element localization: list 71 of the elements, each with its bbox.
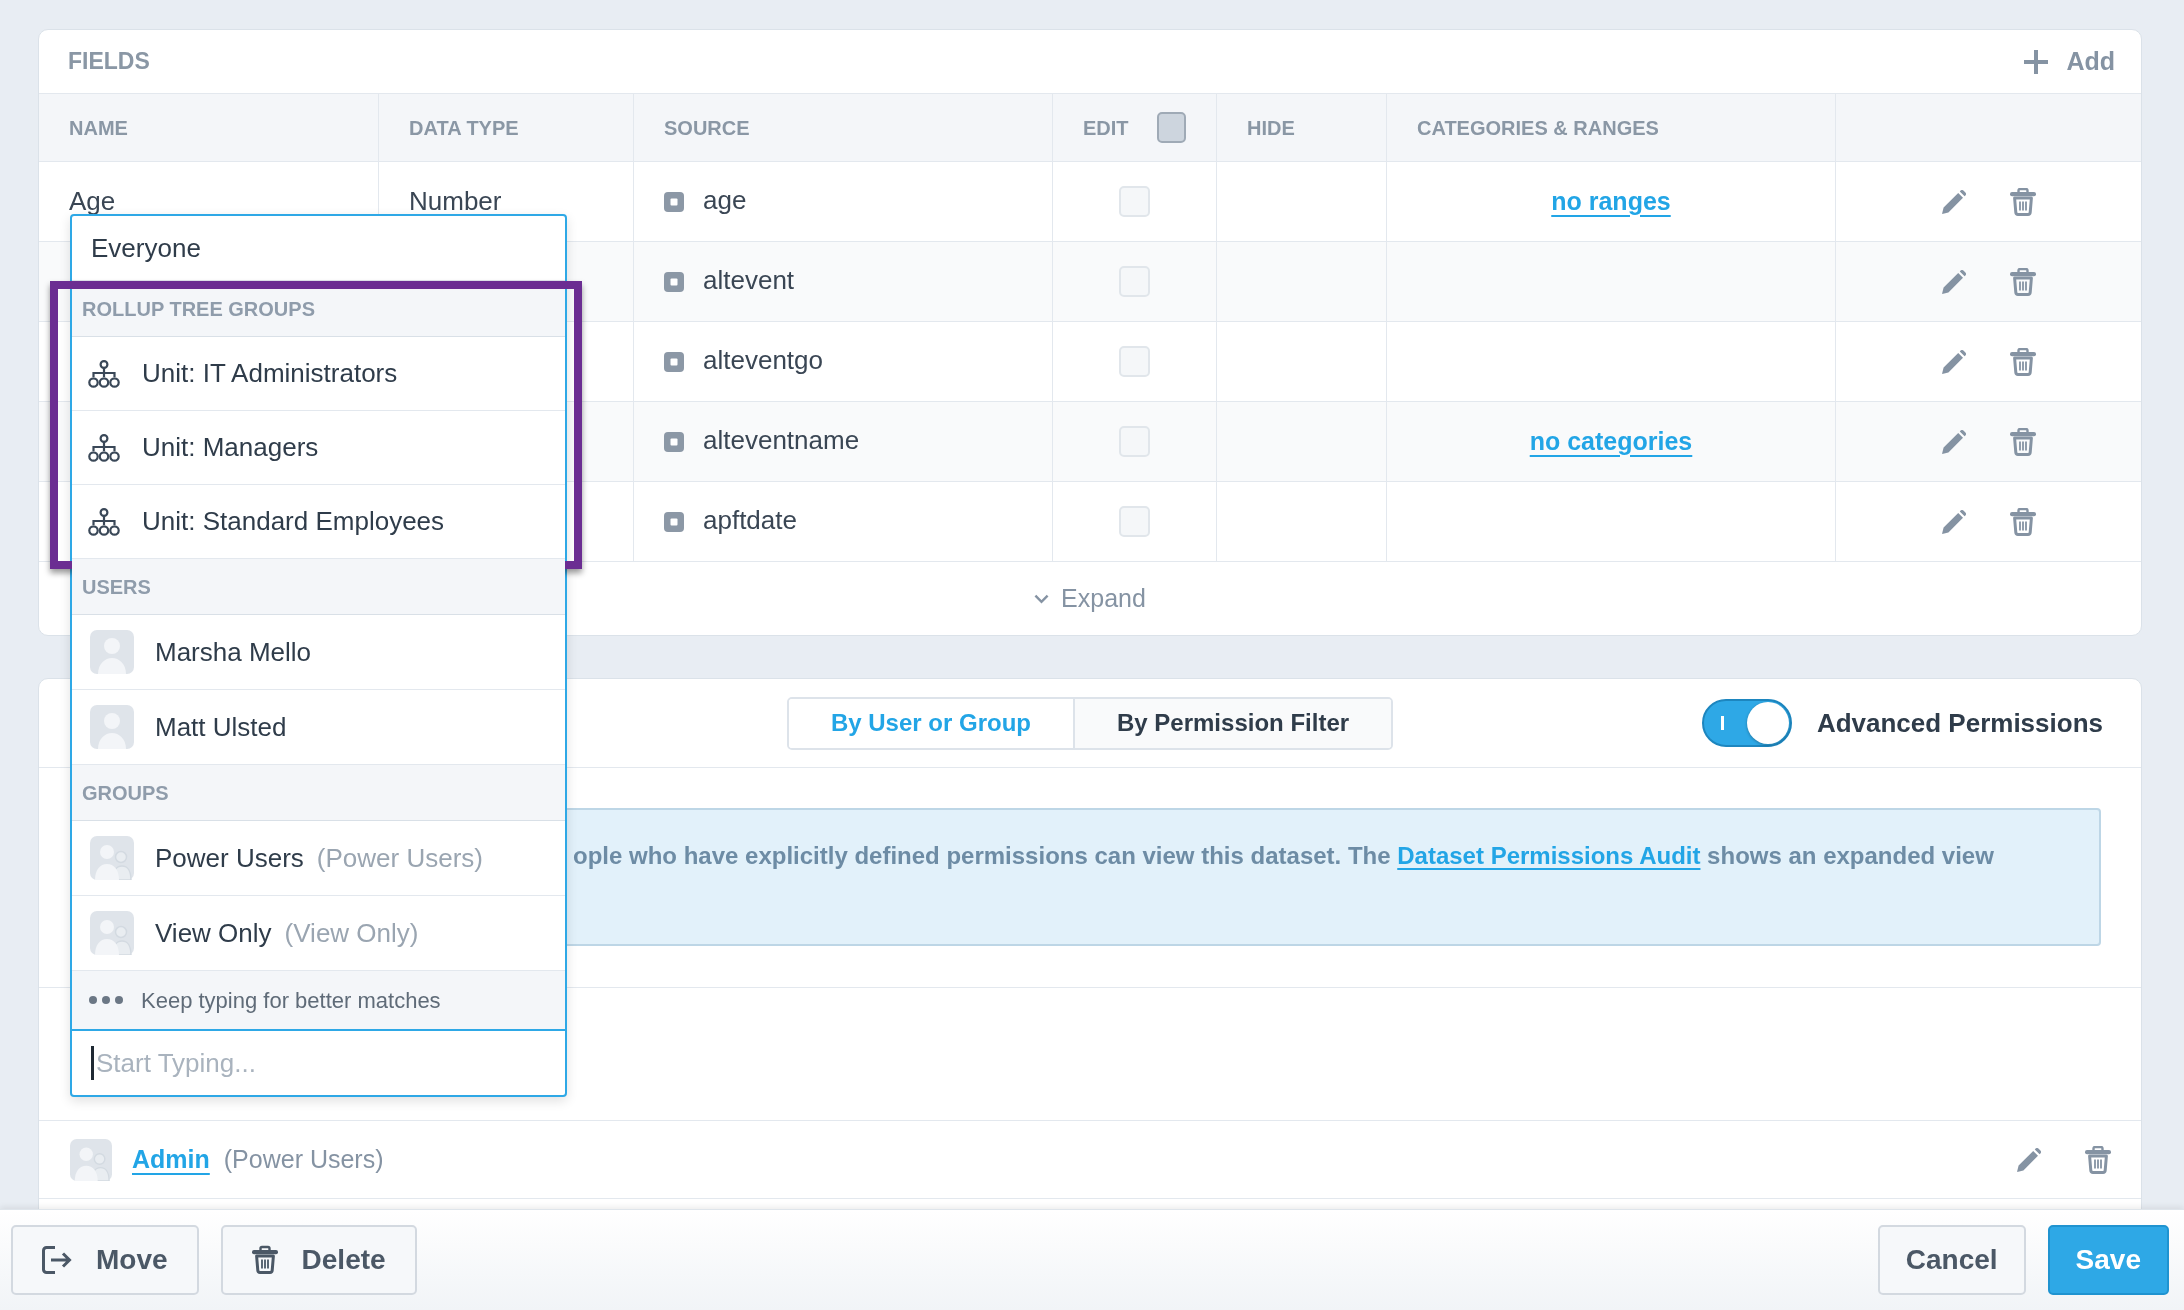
everyone-option[interactable]: Everyone bbox=[72, 216, 565, 281]
org-chart-icon bbox=[88, 507, 120, 536]
plus-icon bbox=[2024, 49, 2049, 74]
square-icon bbox=[664, 431, 684, 452]
source-name: apftdate bbox=[703, 504, 797, 537]
pencil-icon[interactable] bbox=[2017, 1147, 2041, 1172]
square-icon bbox=[664, 271, 684, 292]
group-avatar-icon bbox=[70, 1138, 112, 1181]
column-header: SOURCE bbox=[664, 115, 750, 141]
group-avatar-icon bbox=[90, 836, 134, 880]
column-header: HIDE bbox=[1247, 115, 1295, 141]
edit-checkbox[interactable] bbox=[1119, 426, 1150, 457]
exit-arrow-icon bbox=[42, 1246, 72, 1274]
panel-title: FIELDS bbox=[68, 47, 150, 77]
edit-checkbox[interactable] bbox=[1119, 346, 1150, 377]
notice-text: ople who have explicitly defined permissions can view this dataset. The Dataset Permissions Audit shows an expanded view bbox=[573, 841, 1995, 871]
org-chart-icon bbox=[88, 433, 120, 462]
option-detail: (Power Users) bbox=[316, 841, 483, 875]
chevron-down-icon bbox=[1034, 593, 1050, 604]
picker-option[interactable]: Marsha Mello bbox=[72, 615, 565, 690]
trash-icon[interactable] bbox=[2009, 427, 2036, 456]
segment-tab[interactable]: By Permission Filter bbox=[1073, 698, 1392, 748]
group-avatar-icon bbox=[90, 911, 134, 955]
delete-button[interactable]: Delete bbox=[220, 1225, 417, 1295]
picker-option[interactable]: Unit: IT Administrators bbox=[72, 337, 565, 411]
column-header: DATA TYPE bbox=[409, 115, 519, 141]
trash-icon[interactable] bbox=[2009, 347, 2036, 376]
toggle-label: Advanced Permissions bbox=[1816, 706, 2103, 740]
section-header: GROUPS bbox=[82, 780, 169, 806]
data-type: Number bbox=[409, 185, 502, 218]
square-icon bbox=[664, 511, 684, 532]
user-avatar-icon bbox=[90, 705, 134, 749]
section-header: USERS bbox=[82, 574, 151, 600]
picker-option[interactable]: Power Users (Power Users) bbox=[72, 821, 565, 896]
source-name: alteventname bbox=[703, 424, 860, 457]
source-name: alteventgo bbox=[703, 344, 823, 377]
column-header: EDIT bbox=[1083, 115, 1129, 141]
move-button[interactable]: Move bbox=[11, 1225, 199, 1295]
option-detail: (View Only) bbox=[284, 916, 419, 950]
pencil-icon[interactable] bbox=[1941, 349, 1966, 374]
picker-option[interactable]: Unit: Managers bbox=[72, 411, 565, 485]
search-input[interactable]: Start Typing... bbox=[72, 1029, 565, 1095]
trash-icon[interactable] bbox=[2009, 187, 2036, 216]
column-header: NAME bbox=[69, 115, 128, 141]
trash-icon bbox=[251, 1245, 278, 1275]
pencil-icon[interactable] bbox=[1941, 269, 1966, 294]
edit-checkbox[interactable] bbox=[1119, 186, 1150, 217]
trash-icon[interactable] bbox=[2009, 507, 2036, 536]
org-chart-icon bbox=[88, 359, 120, 388]
ellipsis-icon bbox=[89, 996, 123, 1004]
select-all-checkbox[interactable] bbox=[1156, 112, 1186, 143]
advanced-permissions-toggle[interactable] bbox=[1701, 699, 1792, 747]
hint-text: Keep typing for better matches bbox=[141, 986, 441, 1015]
cancel-button[interactable]: Cancel bbox=[1877, 1225, 2026, 1295]
section-header: ROLLUP TREE GROUPS bbox=[82, 296, 315, 322]
user-avatar-icon bbox=[90, 630, 134, 674]
pencil-icon[interactable] bbox=[1941, 509, 1966, 534]
pencil-icon[interactable] bbox=[1941, 429, 1966, 454]
field-name: Age bbox=[69, 187, 116, 214]
source-name: age bbox=[703, 184, 747, 217]
member-group: (Power Users) bbox=[223, 1140, 384, 1179]
trash-icon[interactable] bbox=[2009, 267, 2036, 296]
trash-icon[interactable] bbox=[2085, 1145, 2111, 1174]
edit-checkbox[interactable] bbox=[1119, 506, 1150, 537]
source-name: altevent bbox=[703, 264, 795, 297]
edit-checkbox[interactable] bbox=[1119, 266, 1150, 297]
square-icon bbox=[664, 191, 684, 212]
pencil-icon[interactable] bbox=[1941, 189, 1966, 214]
square-icon bbox=[664, 351, 684, 372]
text-cursor-icon bbox=[91, 1046, 94, 1080]
column-header: CATEGORIES & RANGES bbox=[1417, 115, 1659, 141]
